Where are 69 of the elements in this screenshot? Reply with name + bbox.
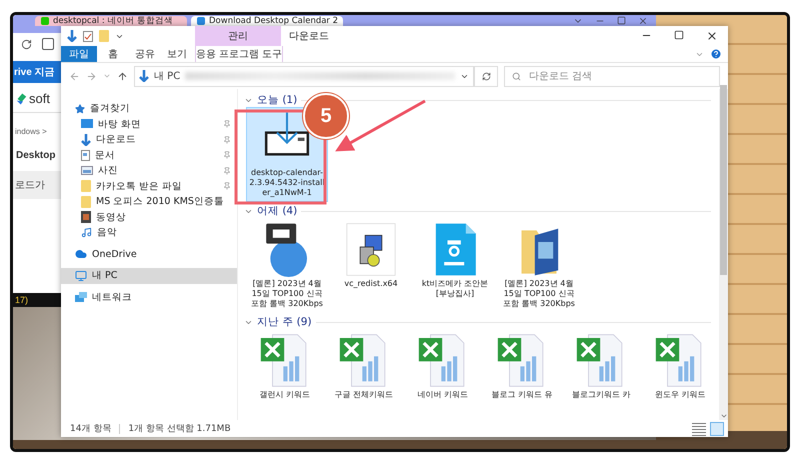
file-tile[interactable]: 윈도우 키워드 (642, 329, 719, 404)
nav-item[interactable]: 카카오톡 받은 파일 (61, 178, 237, 194)
picture-icon (81, 166, 93, 176)
folder-icon (81, 196, 91, 208)
reload-icon[interactable] (21, 38, 32, 50)
document-icon (81, 150, 90, 161)
desktop-icon (81, 119, 93, 130)
nav-item[interactable]: OneDrive (61, 246, 237, 262)
selection-info: 1개 항목 선택함 1.71MB (128, 423, 231, 435)
file-name: vc_redist.x64 (344, 279, 398, 289)
browser-tab[interactable]: desktopcal : 네이버 통합검색 (35, 16, 187, 26)
group-header[interactable]: 어제 (4) (257, 204, 298, 218)
search-icon (512, 72, 521, 80)
favicon-icon (41, 17, 49, 25)
forward-icon[interactable] (86, 70, 97, 82)
help-icon[interactable] (710, 48, 722, 60)
address-bar[interactable]: 내 PC (134, 66, 474, 86)
file-name: desktop-calendar-2.3.94.5432-installer_a1NwM-1 (249, 168, 325, 198)
file-tile[interactable]: 갤런시 키워드 (246, 329, 324, 404)
nav-item[interactable]: 내 PC (61, 268, 237, 284)
network-icon (75, 292, 87, 302)
maximize-icon[interactable] (674, 30, 684, 40)
file-name: 구글 전체키워드 (334, 390, 394, 400)
nav-item[interactable]: 바탕 화면 (61, 116, 237, 132)
group-header[interactable]: 지난 주 (9) (257, 315, 312, 329)
file-name: 윈도우 키워드 (655, 390, 706, 400)
file-name: 블로그키워드 카 (572, 390, 631, 400)
setup-icon (345, 222, 397, 277)
browser-tab[interactable]: Download Desktop Calendar 2 (191, 16, 343, 26)
nav-item[interactable]: 문서 (61, 148, 237, 163)
download-icon (139, 70, 149, 82)
monitor-icon (75, 270, 87, 282)
item-count: 14개 항목 (70, 423, 112, 435)
logo-icon (16, 92, 27, 106)
back-icon[interactable] (69, 70, 80, 82)
folder-icon (81, 180, 91, 192)
search-field[interactable]: 다운로드 검색 (504, 66, 720, 86)
file-tile[interactable]: 블로그키워드 카 (562, 329, 640, 404)
scroll-down-icon[interactable] (720, 412, 728, 420)
nav-item[interactable]: 음악 (61, 225, 237, 240)
page-heading: Desktop (15, 149, 56, 161)
up-icon[interactable] (117, 70, 128, 82)
tiles-view-icon[interactable] (710, 422, 724, 436)
close-icon[interactable] (706, 30, 718, 42)
download-icon[interactable] (67, 30, 77, 42)
refresh-icon (482, 72, 490, 80)
checklist-icon[interactable] (83, 30, 93, 42)
file-tile[interactable]: 구글 전체키워드 (325, 329, 402, 404)
music-icon (81, 227, 92, 238)
favicon-icon (197, 17, 205, 25)
window-title: 다운로드 (289, 30, 330, 43)
logo-text: soft (29, 91, 50, 106)
file-name: 블로그 키워드 유 (492, 390, 553, 400)
ribbon-tab[interactable]: 파일 (61, 46, 97, 62)
star-icon (75, 104, 85, 114)
file-tile[interactable]: 네이버 키워드 (404, 329, 482, 404)
group-header[interactable]: 오늘 (1) (257, 93, 298, 107)
film-icon (81, 211, 91, 224)
download-icon (81, 134, 91, 146)
refresh-button[interactable] (474, 66, 498, 86)
context-tab-group: 관리 (195, 26, 281, 46)
file-name: 네이버 키워드 (418, 390, 468, 400)
cloud-icon (75, 248, 87, 260)
nav-item[interactable]: 동영상 (61, 210, 237, 225)
ribbon-tab[interactable]: 응용 프로그램 도구 (195, 46, 283, 62)
extension-icon[interactable] (42, 38, 54, 50)
file-name: 갤런시 키워드 (259, 390, 310, 400)
path-segment[interactable]: 내 PC (154, 69, 180, 83)
file-tile[interactable]: 블로그 키워드 유 (484, 329, 561, 404)
